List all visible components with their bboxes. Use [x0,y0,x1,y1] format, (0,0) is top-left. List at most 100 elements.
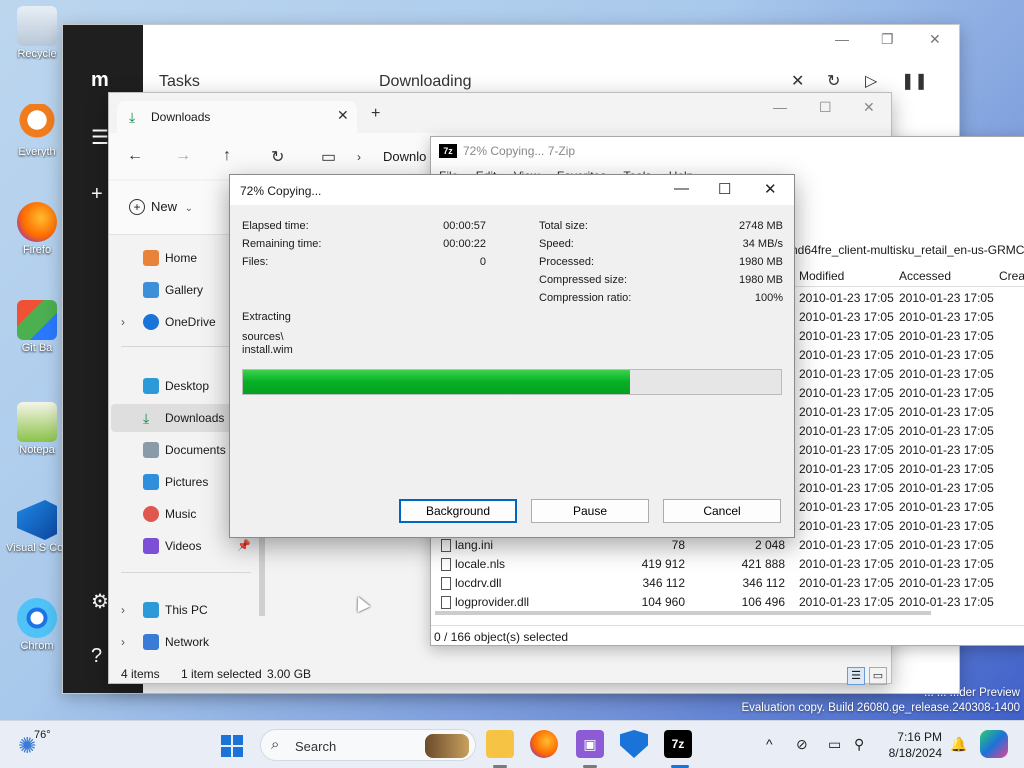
details-view-icon[interactable]: ☰ [847,667,865,685]
table-row[interactable]: lang.ini 78 2 048 2010-01-23 17:05 2010-01-2… [431,536,1024,555]
onedrive-cloud-icon [143,314,159,330]
refresh-icon[interactable]: ↻ [827,71,840,91]
cancel-button[interactable]: Cancel [663,499,781,523]
taskbar-clock[interactable]: 7:16 PM 8/18/2024 [880,729,942,761]
new-button[interactable]: + New ⌄ [129,199,193,215]
column-modified[interactable]: Modified [799,269,844,283]
weather-widget[interactable]: ✺ 76° [18,729,58,761]
pause-button[interactable]: Pause [531,499,649,523]
window-close-icon[interactable]: ✕ [929,31,941,48]
clock-date: 8/18/2024 [888,746,942,760]
nav-item-this-pc[interactable]: › This PC [111,596,257,624]
add-icon[interactable]: + [91,183,103,206]
nav-item-network[interactable]: › Network [111,628,257,656]
table-row[interactable]: locdrv.dll 346 112 346 112 2010-01-23 17:05… [431,574,1024,593]
close-icon[interactable]: ✕ [863,99,875,116]
network-off-icon[interactable]: ⊘ [796,736,808,753]
table-row[interactable]: locale.nls 419 912 421 888 2010-01-23 17:05… [431,555,1024,574]
refresh-icon[interactable]: ↻ [271,147,284,167]
desktop-icon-git-bash[interactable]: Git Ba [6,300,68,354]
settings-sliders-icon[interactable]: ⚙ [91,589,109,614]
desktop-icon-chrome[interactable]: Chrom [6,598,68,652]
menu-icon[interactable]: ☰ [91,125,109,150]
up-arrow-icon[interactable]: ↑ [223,147,231,165]
app-taskbar-icon[interactable]: ▣ [576,730,604,758]
maximize-icon[interactable]: ☐ [718,180,731,198]
close-icon[interactable]: ✕ [764,180,777,198]
explorer-tab[interactable]: ⤓ Downloads ✕ [117,101,357,133]
notification-bell-icon[interactable]: 🔔 [950,736,967,753]
back-arrow-icon[interactable]: ← [127,147,143,165]
column-created[interactable]: Creat [999,269,1024,283]
recycle-bin-icon [17,6,57,46]
compression-ratio-label: Compression ratio: [539,292,632,304]
watermark-line-2: Evaluation copy. Build 26080.ge_release.… [741,702,1020,714]
app-logo-icon: m [91,69,109,91]
defender-shield-icon[interactable] [620,730,648,758]
desktop-icon-label: Everyth [18,146,56,158]
accessed-cell: 2010-01-23 17:05 [899,462,994,476]
tab-close-icon[interactable]: ✕ [337,107,349,124]
minimize-icon[interactable]: — [835,31,849,47]
nav-label: Downloads [165,411,225,425]
display-icon[interactable]: ▭ [828,736,841,753]
modified-cell: 2010-01-23 17:05 [799,367,894,381]
minimize-icon[interactable]: — [773,99,787,115]
minimize-icon[interactable]: — [674,180,689,197]
language-icon[interactable]: ⚲ [854,736,864,753]
maximize-icon[interactable]: ☐ [819,99,832,116]
help-icon[interactable]: ? [91,645,102,668]
copilot-icon[interactable] [980,730,1008,758]
desktop-icon-recycle-bin[interactable]: Recycle [6,6,68,60]
horizontal-scrollbar[interactable] [435,611,931,615]
close-icon[interactable]: ✕ [791,71,804,91]
modified-cell: 2010-01-23 17:05 [799,500,894,514]
tasks-title: Tasks [159,73,200,90]
accessed-cell: 2010-01-23 17:05 [899,329,994,343]
modified-cell: 2010-01-23 17:05 [799,386,894,400]
tiles-view-icon[interactable]: ▭ [869,667,887,685]
current-file: install.wim [242,344,293,356]
size-cell: 419 912 [641,557,685,571]
file-explorer-taskbar-icon[interactable] [486,730,514,758]
table-row[interactable]: logprovider.dll 104 960 106 496 2010-01-23 … [431,593,1024,612]
speed-label: Speed: [539,238,574,250]
selection-status: 0 / 166 object(s) selected [434,630,569,644]
pause-icon[interactable]: ❚❚ [901,71,928,91]
new-tab-icon[interactable]: + [371,105,380,123]
play-icon[interactable]: ▷ [865,71,877,91]
search-highlight-art [425,734,469,758]
name-cell: locdrv.dll [455,576,502,590]
taskbar-search[interactable]: ⌕ Search [260,729,476,761]
nav-label: Videos [165,539,202,553]
chevron-right-icon[interactable]: › [121,596,125,624]
desktop-icon-vscode[interactable]: Visual S Cod [6,500,68,554]
desktop-icon-notepad-plus[interactable]: Notepa [6,402,68,456]
desktop-icon-label: Notepa [19,444,55,456]
accessed-cell: 2010-01-23 17:05 [899,386,994,400]
breadcrumb[interactable]: Downlo [383,149,426,164]
firefox-taskbar-icon[interactable] [530,730,558,758]
downloading-header: Downloading [379,73,472,90]
size-cell: 78 [671,538,685,552]
notepad-plus-icon [17,402,57,442]
accessed-cell: 2010-01-23 17:05 [899,557,994,571]
column-accessed[interactable]: Accessed [899,269,951,283]
desktop-icon-everything[interactable]: Everyth [6,104,68,158]
archive-path[interactable]: nd64fre_client-multisku_retail_en-us-GRM… [791,243,1024,257]
sevenzip-taskbar-icon[interactable]: 7z [664,730,692,758]
start-button[interactable] [218,730,246,758]
clock-time: 7:16 PM [897,730,942,744]
copy-progress-dialog[interactable]: 72% Copying... — ☐ ✕ Elapsed time: 00:00… [229,174,795,538]
desktop-icon-label: Git Ba [21,342,53,354]
network-icon [143,634,159,650]
background-button[interactable]: Background [399,499,517,523]
name-cell: locale.nls [455,557,506,571]
chevron-right-icon[interactable]: › [121,628,125,656]
maximize-icon[interactable]: ❐ [881,31,894,48]
chevron-right-icon[interactable]: › [121,308,125,336]
chevron-up-icon[interactable]: ^ [766,736,773,752]
forward-arrow-icon[interactable]: → [175,147,191,165]
nav-label: Documents [165,443,226,457]
desktop-icon-firefox[interactable]: Firefo [6,202,68,256]
